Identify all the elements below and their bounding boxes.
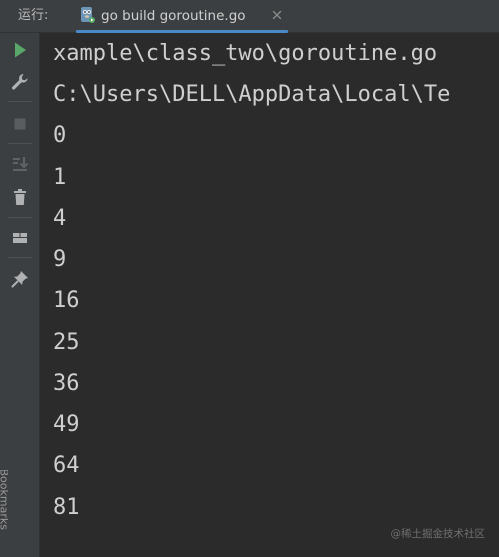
console-line: 49: [53, 412, 80, 437]
layout-icon[interactable]: [9, 227, 31, 249]
toolbar-separator: [8, 257, 32, 258]
console-line: 81: [53, 495, 80, 520]
console-line: 25: [53, 330, 80, 355]
console-line: xample\class_two\goroutine.go: [53, 41, 438, 66]
trash-icon[interactable]: [9, 186, 31, 208]
rerun-icon[interactable]: [9, 39, 31, 61]
scroll-to-end-icon[interactable]: [9, 153, 31, 175]
tab-go-build-goroutine[interactable]: go build goroutine.go: [64, 0, 292, 33]
console-line: 0: [53, 123, 67, 148]
pin-icon[interactable]: [9, 268, 31, 290]
console-line: 16: [53, 288, 80, 313]
bookmarks-side-tab[interactable]: Bookmarks: [0, 470, 8, 557]
console-line: 4: [53, 206, 67, 231]
console-line: 36: [53, 371, 80, 396]
console-line: C:\Users\DELL\AppData\Local\Te: [53, 82, 451, 107]
watermark: @稀土掘金技术社区: [390, 528, 486, 540]
console-output[interactable]: xample\class_two\goroutine.go C:\Users\D…: [41, 33, 499, 557]
toolbar-separator: [8, 143, 32, 144]
bookmarks-label: Bookmarks: [0, 470, 8, 530]
console-line: 9: [53, 247, 67, 272]
close-icon[interactable]: [269, 7, 285, 23]
gopher-file-icon: [78, 6, 96, 24]
console-line: 1: [53, 165, 67, 190]
console-line: 64: [53, 453, 80, 478]
run-label: 运行:: [18, 8, 49, 23]
stop-icon[interactable]: [9, 113, 31, 135]
toolbar-separator: [8, 101, 32, 102]
run-tool-window-header: 运行: go build goroutine.go: [0, 0, 499, 33]
toolbar-separator: [8, 217, 32, 218]
tab-title: go build goroutine.go: [101, 8, 246, 24]
wrench-icon[interactable]: [9, 71, 31, 93]
